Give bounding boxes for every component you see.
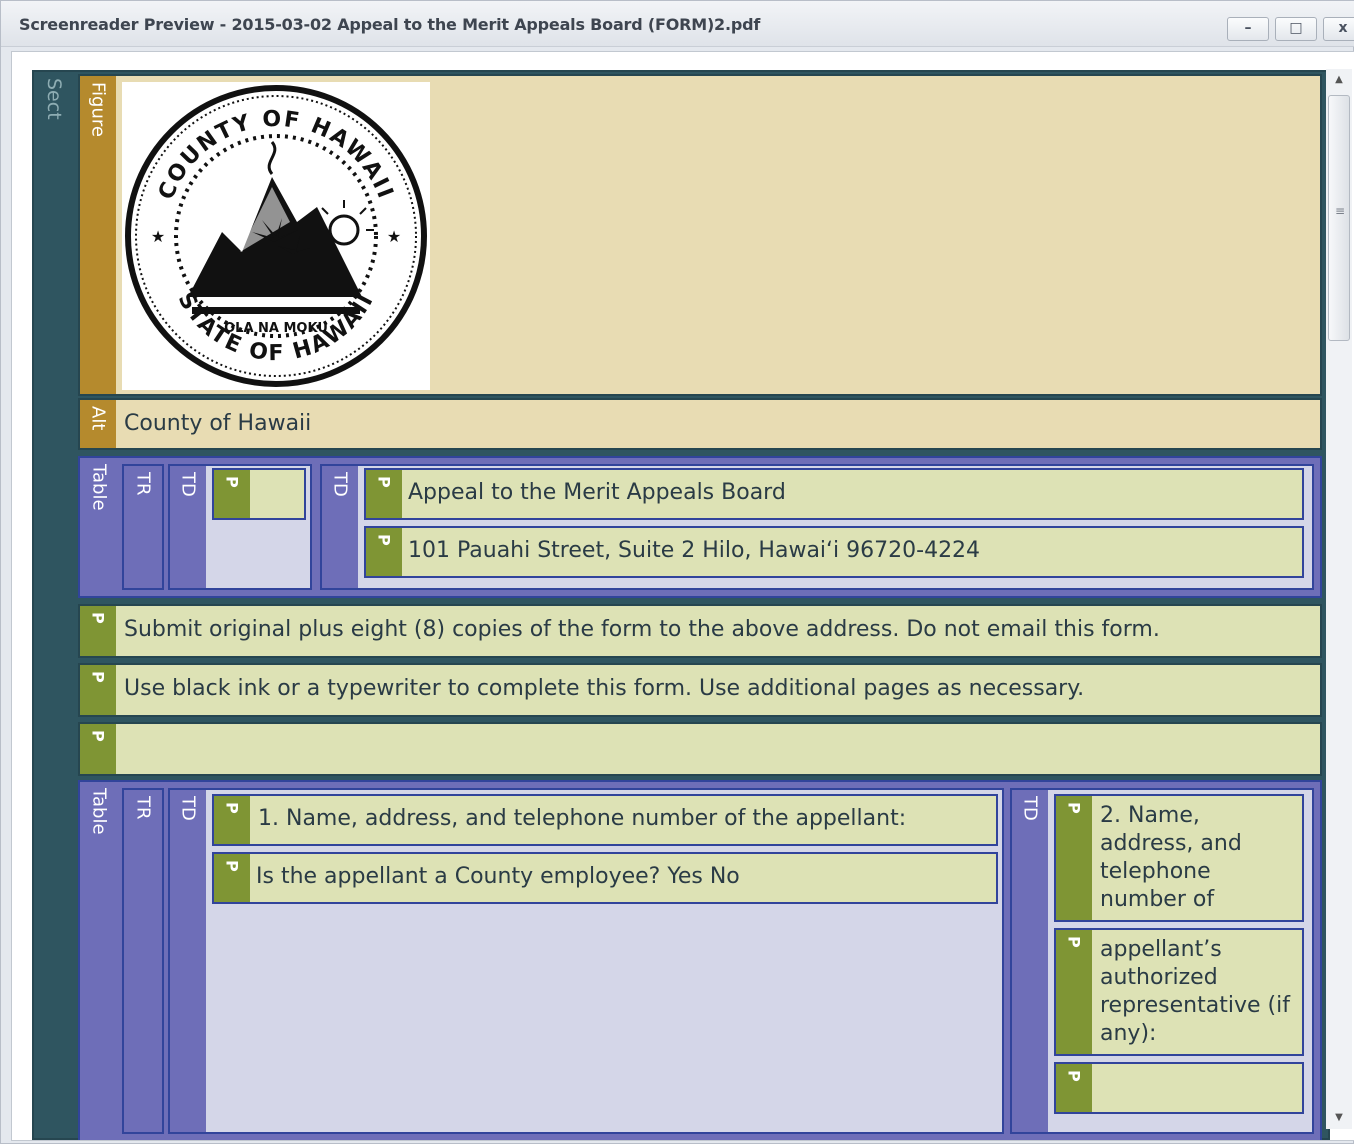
paragraph: P 1. Name, address, and telephone number… — [212, 794, 998, 846]
representative-info-label: 2. Name, address, and telephone number o… — [1100, 803, 1242, 912]
td-tag-label: TD — [177, 796, 199, 821]
p-tag: P — [1056, 1064, 1092, 1112]
td-tag-label: TD — [1019, 796, 1041, 821]
title-bar[interactable]: Screenreader Preview - 2015-03-02 Appeal… — [1, 1, 1354, 47]
sect-tag-label: Sect — [43, 78, 65, 120]
seal-graphic: COUNTY OF HAWAII STATE OF HAWAII OLA NA … — [125, 85, 427, 387]
window-title: Screenreader Preview - 2015-03-02 Appeal… — [19, 15, 761, 34]
paragraph: P 101 Pauahi Street, Suite 2 Hilo, Hawai… — [364, 526, 1304, 578]
p-tag-label: P — [374, 534, 394, 546]
td-tag: TD — [322, 466, 358, 588]
p-tag: P — [214, 470, 250, 518]
table-row: TR — [122, 464, 164, 590]
paragraph: P Is the appellant a County employee? Ye… — [212, 852, 998, 904]
p-tag-label: P — [374, 476, 394, 488]
table-cell: TD P — [168, 464, 312, 590]
representative-info-label-cont: appellant’s authorized representative (i… — [1100, 937, 1290, 1046]
p-tag: P — [80, 606, 116, 656]
alt-tag: Alt — [80, 400, 116, 448]
scroll-down-arrow-icon[interactable]: ▼ — [1326, 1107, 1352, 1129]
close-button[interactable]: x — [1323, 17, 1354, 41]
svg-text:★: ★ — [151, 227, 165, 246]
county-seal-image: COUNTY OF HAWAII STATE OF HAWAII OLA NA … — [122, 82, 430, 390]
p-tag-label: P — [222, 476, 242, 488]
sect-tag: Sect — [34, 72, 74, 1138]
document-title: Appeal to the Merit Appeals Board — [408, 480, 786, 505]
scroll-up-arrow-icon[interactable]: ▲ — [1326, 69, 1352, 91]
paragraph-empty: P — [212, 468, 306, 520]
tr-tag-label: TR — [132, 472, 154, 496]
tr-tag: TR — [124, 790, 162, 1132]
ink-instructions: Use black ink or a typewriter to complet… — [124, 676, 1085, 701]
sect-element: Sect Figure COUNTY OF HAWAII STATE OF HA… — [32, 70, 1330, 1140]
county-employee-question: Is the appellant a County employee? Yes … — [256, 864, 740, 889]
td-tag-label: TD — [329, 472, 351, 497]
alt-text: County of Hawaii — [124, 411, 312, 436]
alt-tag-label: Alt — [87, 406, 109, 431]
td-tag: TD — [170, 466, 206, 588]
figure-element: Figure COUNTY OF HAWAII STATE OF HAWAII … — [78, 74, 1322, 396]
paragraph-empty: P — [1054, 1062, 1304, 1114]
preview-content: Sect Figure COUNTY OF HAWAII STATE OF HA… — [32, 70, 1330, 1140]
p-tag-label: P — [222, 860, 242, 872]
p-tag-label: P — [222, 802, 242, 814]
table-cell: TD P Appeal to the Merit Appeals Board P — [320, 464, 1314, 590]
table-element-2: Table TR TD P 1. Name, address, and tele… — [78, 780, 1322, 1140]
preview-pane: Sect Figure COUNTY OF HAWAII STATE OF HA… — [11, 51, 1354, 1141]
table-tag: Table — [80, 782, 118, 1140]
p-tag-label: P — [88, 671, 108, 683]
figure-tag-label: Figure — [87, 82, 109, 137]
table-cell: TD P 1. Name, address, and telephone num… — [168, 788, 1004, 1134]
p-tag-label: P — [1064, 802, 1084, 814]
p-tag-label: P — [1064, 936, 1084, 948]
p-tag: P — [366, 528, 402, 576]
tr-tag-label: TR — [132, 796, 154, 820]
paragraph: P appellant’s authorized representative … — [1054, 928, 1304, 1056]
seal-middle-text: OLA NA MOKU — [224, 321, 328, 336]
minimize-button[interactable]: – — [1227, 17, 1269, 41]
td-tag: TD — [1012, 790, 1048, 1132]
address-text: 101 Pauahi Street, Suite 2 Hilo, Hawaiʻi… — [408, 538, 981, 563]
tr-tag: TR — [124, 466, 162, 588]
maximize-button[interactable]: □ — [1275, 17, 1317, 41]
p-tag: P — [80, 724, 116, 774]
p-tag: P — [80, 665, 116, 715]
svg-text:★: ★ — [387, 227, 401, 246]
submit-instructions: Submit original plus eight (8) copies of… — [124, 617, 1160, 642]
paragraph: P Appeal to the Merit Appeals Board — [364, 468, 1304, 520]
p-tag: P — [214, 796, 250, 844]
td-tag-label: TD — [177, 472, 199, 497]
p-tag-label: P — [88, 730, 108, 742]
table-tag-label: Table — [88, 464, 110, 511]
table-element-1: Table TR TD P TD P Appeal to the Merit A… — [78, 456, 1322, 598]
screenreader-preview-window: Screenreader Preview - 2015-03-02 Appeal… — [0, 0, 1354, 1144]
td-tag: TD — [170, 790, 206, 1132]
grip-icon: ≡ — [1335, 204, 1346, 218]
table-tag: Table — [80, 458, 118, 596]
p-tag: P — [1056, 796, 1092, 920]
appellant-info-label: 1. Name, address, and telephone number o… — [258, 806, 907, 831]
p-tag-label: P — [88, 612, 108, 624]
p-tag: P — [1056, 930, 1092, 1054]
table-tag-label: Table — [88, 788, 110, 835]
figure-tag: Figure — [80, 76, 116, 394]
vertical-scrollbar[interactable]: ▲ ≡ ▼ — [1326, 69, 1352, 1129]
paragraph: P Use black ink or a typewriter to compl… — [78, 663, 1322, 717]
scrollbar-thumb[interactable]: ≡ — [1328, 95, 1350, 341]
paragraph: P 2. Name, address, and telephone number… — [1054, 794, 1304, 922]
table-cell: TD P 2. Name, address, and telephone num… — [1010, 788, 1314, 1134]
p-tag-label: P — [1064, 1070, 1084, 1082]
table-row: TR — [122, 788, 164, 1134]
paragraph: P Submit original plus eight (8) copies … — [78, 604, 1322, 658]
paragraph-empty: P — [78, 722, 1322, 776]
alt-element: Alt County of Hawaii — [78, 398, 1322, 450]
p-tag: P — [366, 470, 402, 518]
p-tag: P — [214, 854, 250, 902]
